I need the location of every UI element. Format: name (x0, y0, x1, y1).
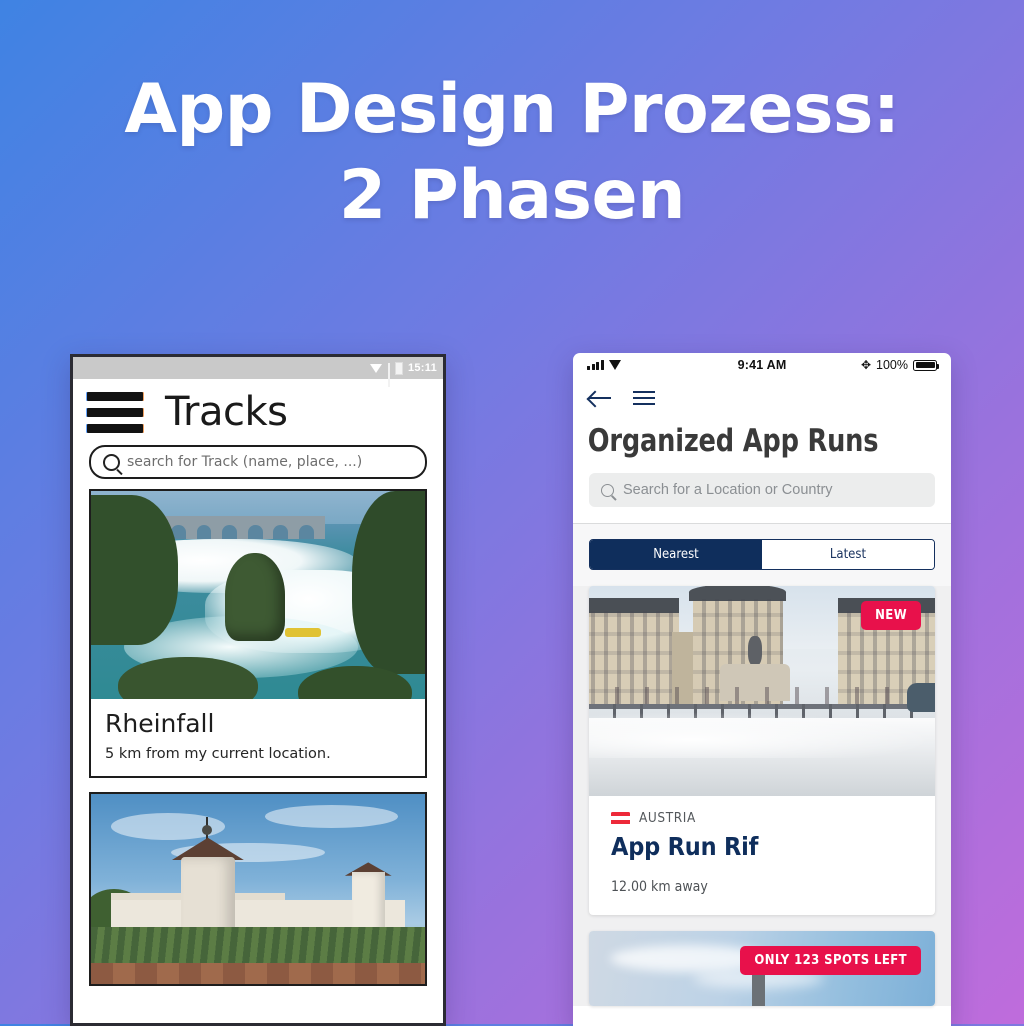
right-page-title: Organized App Runs (587, 423, 879, 459)
right-search-placeholder: Search for a Location or Country (623, 482, 833, 498)
battery-icon (913, 359, 939, 371)
left-track-card-body: Rheinfall 5 km from my current location. (91, 699, 425, 776)
left-search-container: search for Track (name, place, ...) (73, 445, 443, 489)
signal-icon (587, 360, 604, 370)
right-phone-mockup: 9:41 AM ✥ 100% Organized App Runs Search… (573, 353, 951, 1026)
left-search-input[interactable]: search for Track (name, place, ...) (89, 445, 427, 479)
left-search-placeholder: search for Track (name, place, ...) (127, 454, 363, 470)
bluetooth-icon: ✥ (860, 358, 872, 372)
search-icon (601, 483, 614, 497)
right-nav-bar (573, 377, 951, 419)
app-run-name: App Run Rif (611, 832, 759, 861)
right-status-bar: 9:41 AM ✥ 100% (573, 353, 951, 377)
hamburger-icon[interactable] (633, 390, 655, 406)
page-title: App Design Prozess: 2 Phasen (0, 76, 1024, 230)
wifi-icon (369, 363, 383, 373)
right-status-time: 9:41 AM (737, 358, 787, 372)
app-run-card-2[interactable]: ONLY 123 SPOTS LEFT (589, 931, 935, 1006)
page-title-line-2: 2 Phasen (338, 156, 686, 235)
left-status-bar: 15:11 (73, 357, 443, 387)
left-app-bar: Tracks (73, 379, 443, 445)
segmented-control-container: Nearest Latest (573, 524, 951, 586)
battery-icon (394, 361, 403, 375)
left-phone-mockup: 15:11 Tracks search for Track (name, pla… (70, 354, 446, 1026)
page-title-line-1: App Design Prozess: (124, 70, 900, 149)
munot-castle-photo (91, 794, 425, 984)
austria-flag-icon (611, 811, 630, 825)
country-label: AUSTRIA (639, 810, 696, 826)
left-track-subtitle: 5 km from my current location. (105, 746, 331, 762)
right-search-container: Search for a Location or Country (573, 473, 951, 523)
app-runs-list: NEW AUSTRIA App Run Rif 12.00 km away ON… (573, 586, 951, 1006)
battery-percent: 100% (876, 358, 908, 372)
tab-nearest[interactable]: Nearest (590, 540, 762, 569)
left-track-card-2[interactable] (89, 792, 427, 986)
right-search-input[interactable]: Search for a Location or Country (589, 473, 935, 507)
status-badge-new: NEW (861, 601, 921, 630)
search-icon (103, 453, 120, 471)
back-arrow-icon[interactable] (589, 390, 611, 406)
app-run-distance: 12.00 km away (611, 879, 708, 895)
left-track-title: Rheinfall (105, 709, 215, 738)
left-status-time: 15:11 (407, 362, 437, 374)
tab-latest[interactable]: Latest (762, 540, 934, 569)
signal-icon (387, 363, 390, 387)
app-run-card[interactable]: NEW AUSTRIA App Run Rif 12.00 km away (589, 586, 935, 915)
wifi-icon (608, 360, 622, 370)
country-row: AUSTRIA (611, 810, 913, 826)
segmented-control[interactable]: Nearest Latest (589, 539, 935, 570)
left-app-title: Tracks (165, 389, 288, 435)
rheinfall-waterfall-photo (91, 491, 425, 699)
bordeaux-place-de-la-bourse-photo: NEW (589, 586, 935, 796)
status-badge-spots-left: ONLY 123 SPOTS LEFT (740, 946, 921, 975)
left-track-card[interactable]: Rheinfall 5 km from my current location. (89, 489, 427, 778)
app-run-card-body: AUSTRIA App Run Rif 12.00 km away (589, 796, 935, 915)
hamburger-icon[interactable] (87, 391, 143, 433)
